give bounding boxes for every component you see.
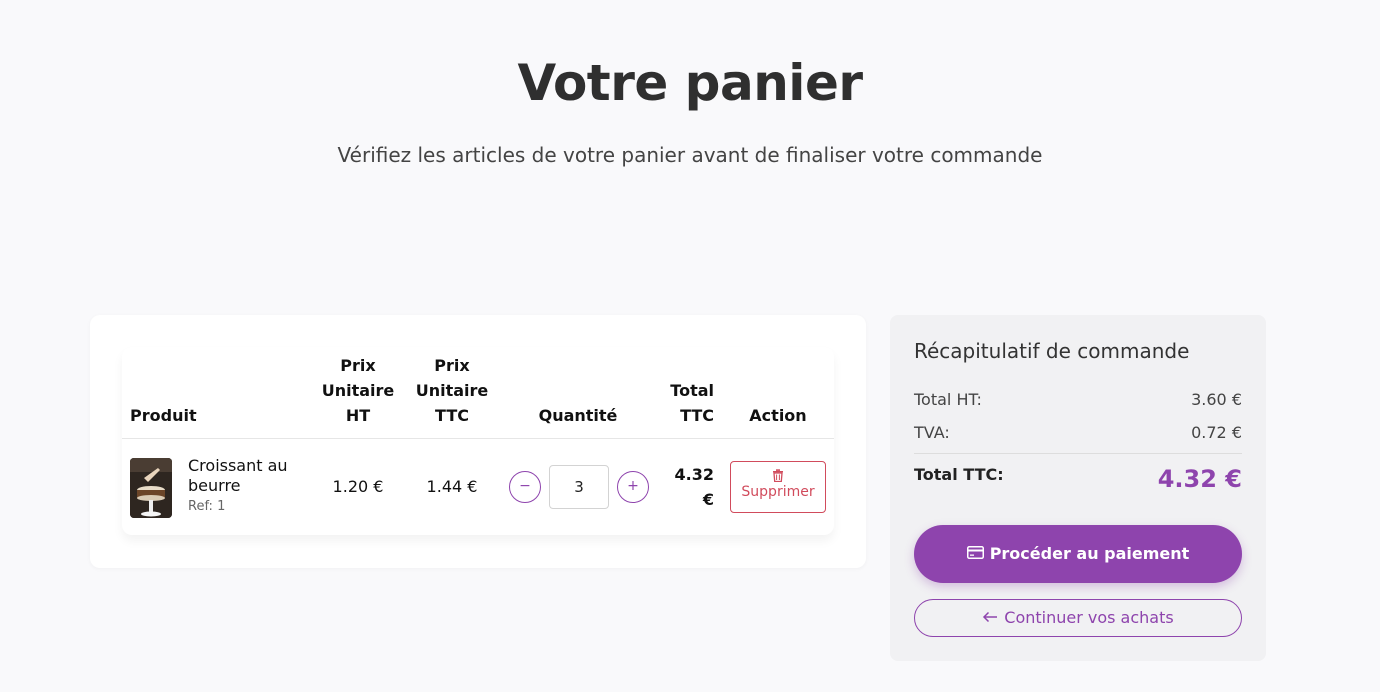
total-ht-label: Total HT: [914, 390, 982, 409]
column-header-quantity: Quantité [538, 406, 618, 425]
total-ht-value: 3.60 € [1191, 390, 1242, 409]
proceed-to-payment-label: Procéder au paiement [989, 544, 1190, 563]
unit-price-ht: 1.20 € [332, 477, 384, 496]
quantity-input[interactable] [549, 465, 609, 509]
product-ref: Ref: 1 [188, 499, 226, 514]
proceed-to-payment-button[interactable]: Procéder au paiement [914, 525, 1242, 583]
delete-item-button[interactable]: Supprimer [730, 461, 826, 513]
column-header-total: Total TTC [670, 381, 714, 425]
unit-price-ttc: 1.44 € [426, 477, 478, 496]
page-subtitle: Vérifiez les articles de votre panier av… [337, 143, 1043, 167]
continue-shopping-label: Continuer vos achats [1004, 608, 1174, 627]
cart-item-row: Croissant au beurre Ref: 1 1.20 € 1.44 €… [122, 440, 834, 551]
total-ttc-label: Total TTC: [914, 465, 1004, 484]
column-header-action: Action [749, 406, 807, 425]
order-summary: Récapitulatif de commande Total HT: 3.60… [890, 315, 1266, 661]
cart-card: Produit Prix Unitaire HT Prix Unitaire T… [90, 315, 866, 568]
column-header-unit-ttc: Prix Unitaire TTC [415, 356, 489, 425]
product-thumbnail [130, 458, 172, 518]
arrow-left-icon [983, 611, 998, 622]
summary-divider [914, 453, 1242, 454]
cart-table: Produit Prix Unitaire HT Prix Unitaire T… [122, 347, 834, 535]
tva-label: TVA: [914, 423, 950, 442]
tva-value: 0.72 € [1191, 423, 1242, 442]
line-total: 4.32 € [674, 465, 714, 509]
trash-icon [773, 469, 783, 482]
product-name: Croissant au beurre [188, 456, 288, 495]
page-title: Votre panier [517, 54, 863, 112]
total-ttc-value: 4.32 € [1157, 465, 1242, 493]
column-header-unit-ht: Prix Unitaire HT [321, 356, 395, 425]
column-header-product: Produit [130, 406, 197, 425]
summary-title: Récapitulatif de commande [914, 339, 1190, 363]
credit-card-icon [966, 546, 984, 559]
delete-item-label: Supprimer [741, 484, 815, 500]
continue-shopping-button[interactable]: Continuer vos achats [914, 599, 1242, 637]
quantity-decrement-button[interactable]: − [509, 471, 541, 503]
cart-table-header: Produit Prix Unitaire HT Prix Unitaire T… [122, 347, 834, 439]
quantity-increment-button[interactable]: + [617, 471, 649, 503]
